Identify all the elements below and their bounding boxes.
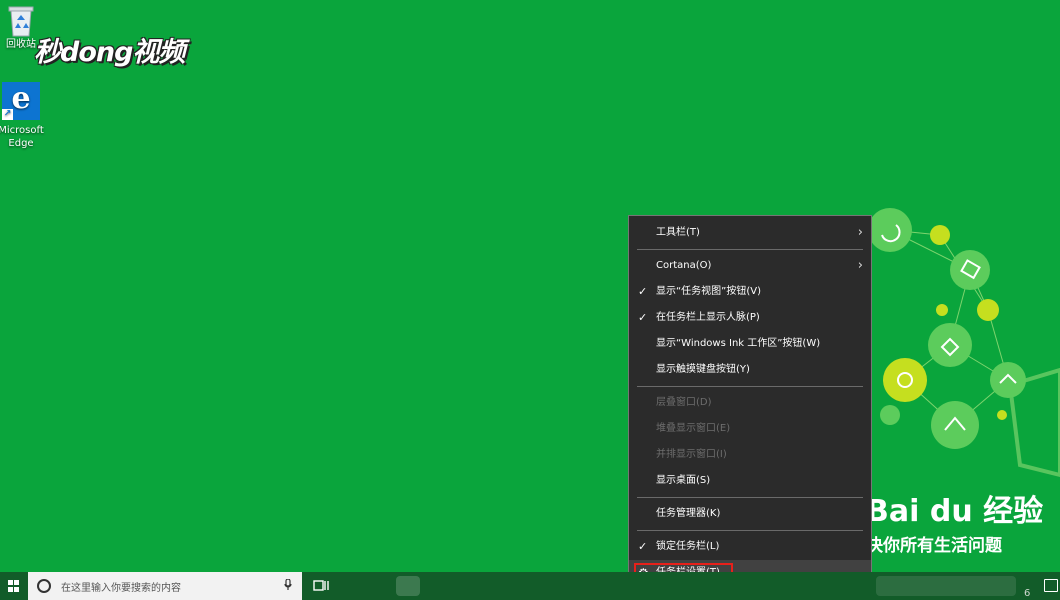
menu-item-2[interactable]: Cortana(O) › [629, 253, 871, 279]
watermark-title: Bai du 经验 [866, 494, 1044, 529]
check-icon: ✓ [638, 285, 648, 298]
taskbar-app-icon-blurred[interactable] [396, 576, 420, 596]
menu-item-13[interactable]: 任务管理器(K) [629, 501, 871, 527]
menu-item-label: 任务管理器(K) [656, 508, 721, 519]
taskbar-context-menu: 工具栏(T) › Cortana(O) › ✓ 显示“任务视图”按钮(V) ✓ 在任务栏上显示… [628, 215, 872, 597]
microsoft-edge-shortcut[interactable]: e ↗ Microsoft Edge [0, 82, 50, 150]
cortana-icon [37, 579, 51, 593]
menu-separator [637, 249, 863, 250]
check-icon: ✓ [638, 540, 648, 553]
menu-item-label: 堆叠显示窗口(E) [656, 423, 731, 434]
menu-item-9[interactable]: 堆叠显示窗口(E) [629, 416, 871, 442]
menu-item-label: 显示“Windows Ink 工作区”按钮(W) [656, 338, 821, 349]
menu-item-4[interactable]: ✓ 在任务栏上显示人脉(P) [629, 305, 871, 331]
baidu-jingyan-watermark: Bai du 经验 决你所有生活问题 [866, 492, 1060, 558]
system-tray-icons-blurred[interactable] [876, 576, 1016, 596]
chevron-right-icon: › [857, 225, 863, 240]
task-view-icon[interactable] [312, 578, 330, 594]
menu-item-label: 显示触摸键盘按钮(Y) [656, 364, 750, 375]
menu-item-10[interactable]: 并排显示窗口(I) [629, 442, 871, 468]
action-center-icon[interactable] [1044, 579, 1058, 592]
watermark-subtitle: 决你所有生活问题 [866, 536, 1002, 556]
menu-item-0[interactable]: 工具栏(T) › [629, 220, 871, 246]
microphone-icon[interactable] [278, 577, 298, 594]
menu-item-label: 在任务栏上显示人脉(P) [656, 312, 760, 323]
menu-item-6[interactable]: 显示触摸键盘按钮(Y) [629, 357, 871, 383]
menu-item-11[interactable]: 显示桌面(S) [629, 468, 871, 494]
menu-item-label: 并排显示窗口(I) [656, 449, 727, 460]
edge-logo-glyph: e [11, 81, 31, 116]
check-icon: ✓ [638, 311, 648, 324]
shortcut-arrow-icon: ↗ [2, 109, 13, 120]
decorative-infographic [868, 208, 1060, 478]
tray-clock-fragment[interactable]: 6 [1024, 588, 1030, 599]
menu-item-5[interactable]: 显示“Windows Ink 工作区”按钮(W) [629, 331, 871, 357]
recycle-bin-icon-graphic [8, 6, 34, 37]
brand-logo-watermark: 秒dong视频 [34, 37, 185, 68]
menu-item-label: Cortana(O) [656, 260, 712, 271]
chevron-right-icon: › [857, 258, 863, 273]
taskbar-search-box[interactable]: 在这里输入你要搜索的内容 [28, 572, 302, 600]
windows-logo-icon [8, 580, 20, 592]
recycle-bin-label: 回收站 [6, 39, 36, 50]
menu-item-label: 层叠窗口(D) [656, 397, 712, 408]
edge-icon: e ↗ [2, 82, 40, 120]
menu-item-3[interactable]: ✓ 显示“任务视图”按钮(V) [629, 279, 871, 305]
menu-item-8[interactable]: 层叠窗口(D) [629, 390, 871, 416]
menu-item-label: 显示“任务视图”按钮(V) [656, 286, 762, 297]
menu-item-15[interactable]: ✓ 锁定任务栏(L) [629, 534, 871, 560]
taskbar[interactable]: 在这里输入你要搜索的内容 6 [0, 572, 1060, 600]
menu-item-label: 工具栏(T) [656, 227, 700, 238]
edge-label: Microsoft Edge [0, 125, 44, 149]
search-placeholder: 在这里输入你要搜索的内容 [61, 582, 181, 594]
menu-separator [637, 386, 863, 387]
menu-item-label: 显示桌面(S) [656, 475, 711, 486]
menu-separator [637, 497, 863, 498]
start-button[interactable] [0, 572, 28, 600]
menu-item-label: 锁定任务栏(L) [656, 541, 720, 552]
menu-separator [637, 530, 863, 531]
